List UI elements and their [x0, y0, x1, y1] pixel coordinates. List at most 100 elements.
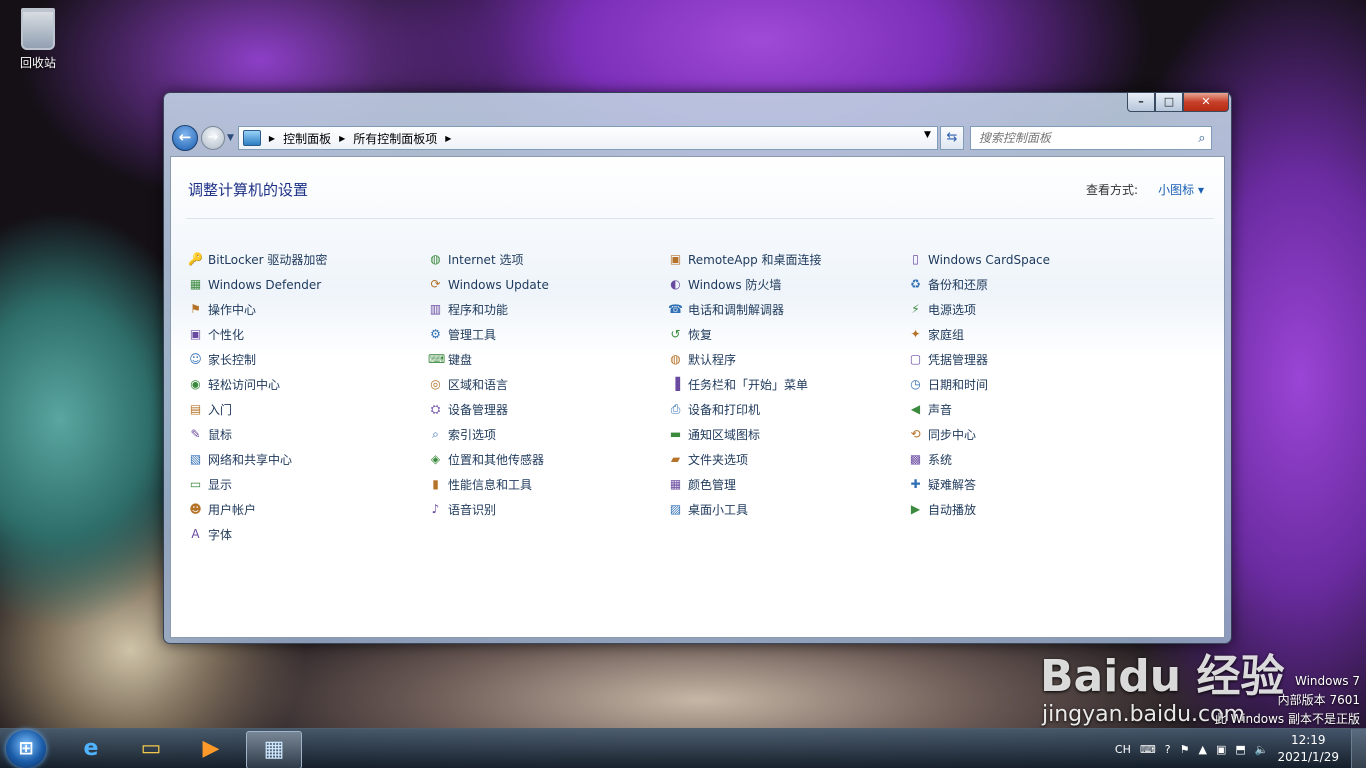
address-bar[interactable]: ▶ 控制面板 ▶ 所有控制面板项 ▶ ▼	[237, 126, 938, 150]
cp-item-flag[interactable]: ⚑ 操作中心	[188, 297, 327, 322]
header-divider	[186, 218, 1214, 219]
forward-button[interactable]: →	[201, 126, 225, 150]
clock[interactable]: 12:19 2021/1/29	[1277, 732, 1339, 766]
start-button[interactable]: ⊞	[6, 730, 46, 768]
cp-item-label: 颜色管理	[688, 478, 737, 492]
view-by-dropdown[interactable]: 小图标 ▾	[1158, 181, 1204, 198]
cp-item-autoplay[interactable]: ▶ 自动播放	[908, 497, 1050, 522]
cp-item-parental-controls[interactable]: ☺ 家长控制	[188, 347, 327, 372]
cp-item-gadgets[interactable]: ▨ 桌面小工具	[668, 497, 822, 522]
media-player-icon[interactable]: ▶	[184, 731, 238, 767]
cp-item-credential[interactable]: ▢ 凭据管理器	[908, 347, 1050, 372]
cp-item-firewall[interactable]: ◐ Windows 防火墙	[668, 272, 822, 297]
volume-icon[interactable]: 🔈	[1255, 743, 1269, 756]
control-panel-taskbar-button[interactable]: ▦	[246, 731, 302, 768]
fonts-icon: A	[191, 527, 200, 541]
cp-item-calendar[interactable]: ◷ 日期和时间	[908, 372, 1050, 397]
cp-item-backup[interactable]: ♻ 备份和还原	[908, 272, 1050, 297]
breadcrumb-all-items[interactable]: 所有控制面板项	[353, 130, 437, 147]
breadcrumb-control-panel[interactable]: 控制面板	[283, 130, 331, 147]
cp-item-device-manager[interactable]: ⛭ 设备管理器	[428, 397, 549, 422]
mouse-icon: ✎	[190, 427, 201, 441]
cp-item-phone-modem[interactable]: ☎ 电话和调制解调器	[668, 297, 822, 322]
recycle-bin-shortcut[interactable]: 回收站	[14, 6, 62, 71]
cp-item-ease-of-access[interactable]: ◉ 轻松访问中心	[188, 372, 327, 397]
gadgets-icon: ▨	[669, 502, 682, 516]
cp-item-region-language[interactable]: ◎ 区域和语言	[428, 372, 549, 397]
cp-item-speaker[interactable]: ◀ 声音	[908, 397, 1050, 422]
cp-item-label: 入门	[208, 403, 233, 417]
cp-item-network[interactable]: ▧ 网络和共享中心	[188, 447, 327, 472]
internet-explorer-icon[interactable]: e	[64, 731, 118, 767]
cp-item-power[interactable]: ⚡ 电源选项	[908, 297, 1050, 322]
cp-item-display[interactable]: ▭ 显示	[188, 472, 327, 497]
keyboard-icon[interactable]: ⌨	[1140, 743, 1156, 756]
cp-item-color-management[interactable]: ▦ 颜色管理	[668, 472, 822, 497]
network-icon[interactable]: ⬒	[1235, 743, 1245, 756]
cp-item-folder-options[interactable]: ▰ 文件夹选项	[668, 447, 822, 472]
search-input[interactable]	[970, 130, 1193, 146]
cp-item-default-programs[interactable]: ◍ 默认程序	[668, 347, 822, 372]
minimize-button[interactable]: –	[1127, 92, 1155, 112]
cp-item-personalization[interactable]: ▣ 个性化	[188, 322, 327, 347]
breadcrumb-chevron-icon[interactable]: ▶	[269, 134, 275, 143]
recycle-bin-icon	[21, 8, 55, 50]
cp-item-bitlocker[interactable]: 🔑 BitLocker 驱动器加密	[188, 247, 327, 272]
address-dropdown-icon[interactable]: ▼	[924, 130, 931, 140]
cp-item-windows-update[interactable]: ⟳ Windows Update	[428, 272, 548, 297]
cp-item-label: 网络和共享中心	[208, 453, 293, 467]
show-hidden-icons-icon[interactable]: ▲	[1198, 743, 1206, 756]
cp-item-remoteapp[interactable]: ▣ RemoteApp 和桌面连接	[668, 247, 822, 272]
cp-item-label: 设备管理器	[448, 403, 509, 417]
maximize-button[interactable]: □	[1155, 92, 1183, 112]
cp-item-label: 鼠标	[208, 428, 233, 442]
cp-item-defender[interactable]: ▦ Windows Defender	[188, 272, 327, 297]
cp-item-programs[interactable]: ▥ 程序和功能	[428, 297, 549, 322]
cp-item-mouse[interactable]: ✎ 鼠标	[188, 422, 327, 447]
cp-item-label: RemoteApp 和桌面连接	[688, 253, 822, 267]
cp-item-keyboard[interactable]: ⌨ 键盘	[428, 347, 549, 372]
cp-item-fonts[interactable]: A 字体	[188, 522, 327, 547]
indexing-icon: ⌕	[432, 427, 439, 441]
cp-item-cardspace[interactable]: ▯ Windows CardSpace	[908, 247, 1050, 272]
cp-item-notification[interactable]: ▬ 通知区域图标	[668, 422, 822, 447]
cp-item-user-accounts[interactable]: ☻ 用户帐户	[188, 497, 327, 522]
network-error-icon[interactable]: ▣	[1216, 743, 1226, 756]
credential-icon: ▢	[909, 352, 922, 366]
cp-item-taskbar[interactable]: ▐ 任务栏和「开始」菜单	[668, 372, 822, 397]
cp-item-label: 家长控制	[208, 353, 257, 367]
performance-icon: ▮	[432, 477, 439, 491]
cp-item-troubleshooting[interactable]: ✚ 疑难解答	[908, 472, 1050, 497]
recent-pages-dropdown[interactable]: ▼	[227, 133, 234, 143]
cp-item-system[interactable]: ▩ 系统	[908, 447, 1050, 472]
cp-item-label: 位置和其他传感器	[448, 453, 545, 467]
breadcrumb-chevron-icon[interactable]: ▶	[445, 134, 451, 143]
show-desktop-button[interactable]	[1351, 729, 1366, 768]
notification-icon: ▬	[669, 427, 682, 441]
back-button[interactable]: ←	[172, 125, 198, 151]
phone-modem-icon: ☎	[668, 302, 683, 316]
help-icon[interactable]: ?	[1165, 743, 1171, 756]
action-center-icon[interactable]: ⚑	[1180, 743, 1190, 756]
firewall-icon: ◐	[670, 277, 681, 291]
cp-item-sensors[interactable]: ◈ 位置和其他传感器	[428, 447, 549, 472]
search-icon[interactable]: ⌕	[1193, 131, 1211, 146]
cp-item-printer[interactable]: ⎙ 设备和打印机	[668, 397, 822, 422]
refresh-button[interactable]: ⇆	[939, 126, 964, 150]
breadcrumb-chevron-icon[interactable]: ▶	[339, 134, 345, 143]
explorer-folder-icon[interactable]: ▭	[124, 731, 178, 767]
cp-item-getting-started[interactable]: ▤ 入门	[188, 397, 327, 422]
cp-item-microphone[interactable]: ♪ 语音识别	[428, 497, 549, 522]
system-tray: CH ⌨ ? ⚑ ▲ ▣ ⬒ 🔈 12:19 2021/1/29	[1115, 729, 1366, 768]
cp-item-performance[interactable]: ▮ 性能信息和工具	[428, 472, 549, 497]
cp-item-recovery[interactable]: ↺ 恢复	[668, 322, 822, 347]
input-language-indicator[interactable]: CH	[1115, 743, 1131, 756]
close-button[interactable]: ✕	[1183, 92, 1229, 112]
items-column-2: ◍ Internet 选项 ⟳ Windows Update ▥ 程序和功能 ⚙ 管理工具 ⌨ 键…	[428, 247, 549, 522]
cp-item-admin-tools[interactable]: ⚙ 管理工具	[428, 322, 549, 347]
cp-item-internet-options[interactable]: ◍ Internet 选项	[428, 247, 549, 272]
search-box[interactable]: ⌕	[969, 126, 1212, 150]
cp-item-sync[interactable]: ⟲ 同步中心	[908, 422, 1050, 447]
cp-item-homegroup[interactable]: ✦ 家庭组	[908, 322, 1050, 347]
cp-item-indexing[interactable]: ⌕ 索引选项	[428, 422, 549, 447]
